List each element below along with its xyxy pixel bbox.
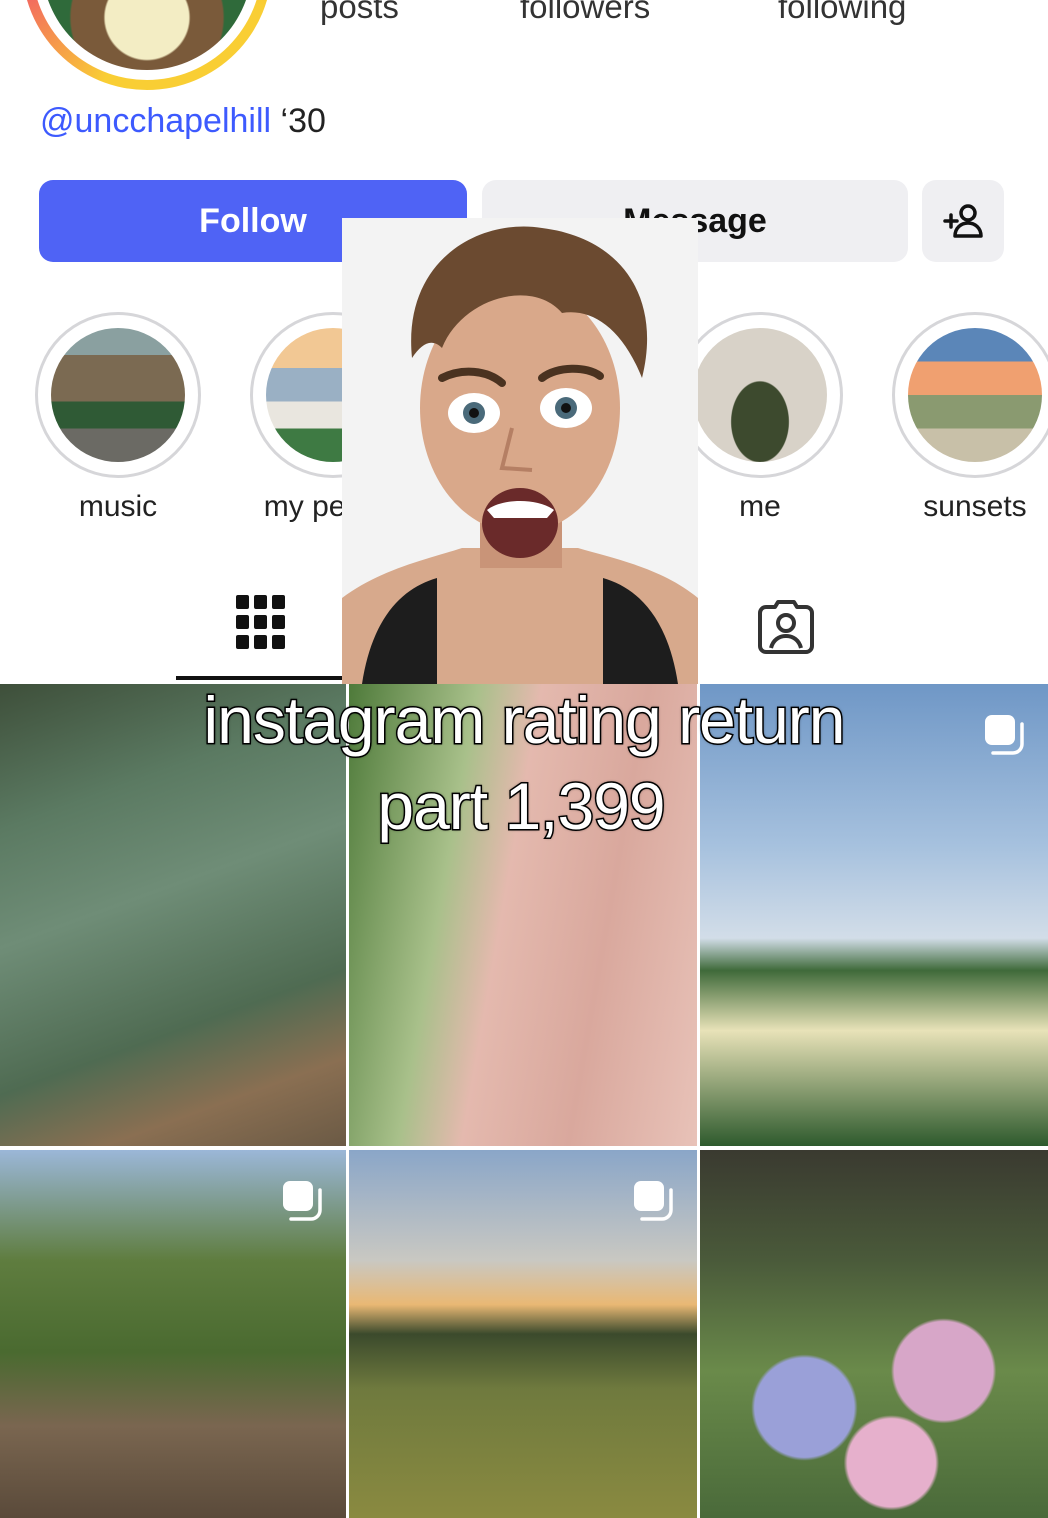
highlight-label: me bbox=[739, 490, 781, 523]
highlight-me-cover bbox=[693, 328, 827, 462]
creator-overlay bbox=[342, 218, 698, 684]
highlight-label: sunsets bbox=[923, 490, 1027, 523]
highlight-me[interactable]: me bbox=[677, 312, 843, 524]
add-person-icon bbox=[943, 204, 983, 238]
class-year-text: ‘30 bbox=[280, 102, 326, 140]
video-caption-line-2: part 1,399 bbox=[376, 768, 667, 845]
suggest-user-button[interactable] bbox=[922, 180, 1004, 262]
grid-icon[interactable] bbox=[236, 595, 286, 651]
active-tab-indicator bbox=[176, 676, 346, 680]
video-caption-line-1: instagram rating return bbox=[202, 682, 847, 759]
posts-stat-label[interactable]: posts bbox=[320, 0, 399, 26]
tagged-person-icon[interactable] bbox=[756, 596, 816, 654]
post-tile[interactable] bbox=[349, 1150, 697, 1518]
multiple-photos-icon bbox=[283, 1181, 322, 1221]
multiple-photos-icon bbox=[634, 1181, 673, 1221]
post-tile[interactable] bbox=[700, 1150, 1048, 1518]
post-tile[interactable] bbox=[0, 1150, 346, 1518]
highlight-sunsets-cover bbox=[908, 328, 1042, 462]
bio-line: @uncchapelhill ‘30 bbox=[40, 102, 326, 141]
highlight-music-cover bbox=[51, 328, 185, 462]
creator-face-illustration bbox=[342, 218, 698, 684]
highlight-music[interactable]: music bbox=[35, 312, 201, 524]
following-stat-label[interactable]: following bbox=[778, 0, 906, 26]
highlight-label: music bbox=[78, 490, 158, 523]
school-handle-link[interactable]: @uncchapelhill bbox=[40, 102, 271, 140]
followers-stat-label[interactable]: followers bbox=[520, 0, 650, 26]
highlight-sunsets[interactable]: sunsets bbox=[892, 312, 1048, 524]
